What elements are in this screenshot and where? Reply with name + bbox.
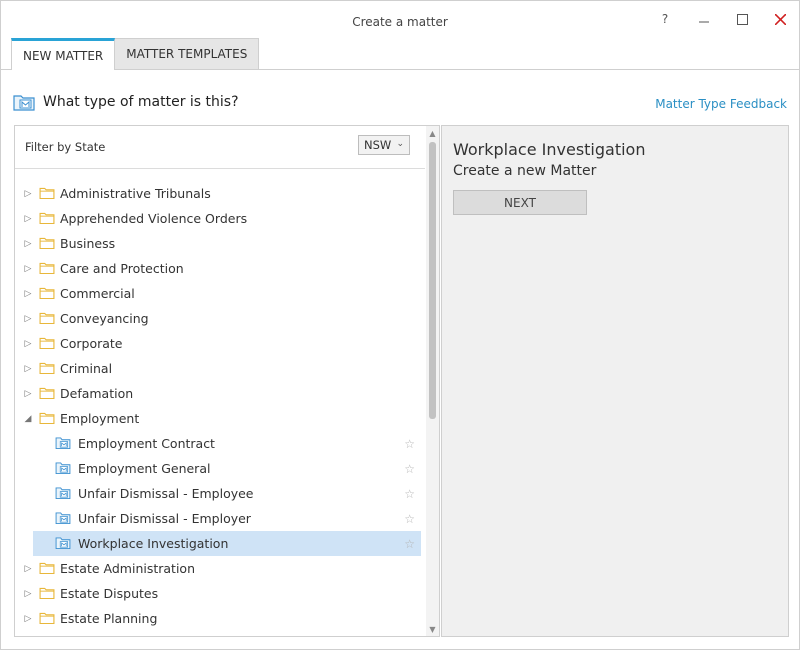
favourite-star-icon[interactable]: ☆ (404, 537, 415, 551)
next-button[interactable]: NEXT (453, 190, 587, 215)
tree-folder[interactable]: ▷ Estate Planning (15, 606, 425, 631)
filter-label: Filter by State (25, 140, 106, 154)
tree-item-label: Estate Planning (60, 611, 158, 626)
tree-scrollbar[interactable]: ▲ ▼ (426, 126, 439, 636)
scroll-thumb[interactable] (429, 142, 436, 419)
close-button[interactable] (768, 9, 792, 29)
tree-folder[interactable]: ▷ Estate Disputes (15, 581, 425, 606)
collapsed-arrow-icon[interactable]: ▷ (23, 339, 33, 349)
title-bar: Create a matter ? (1, 1, 799, 39)
collapsed-arrow-icon[interactable]: ▷ (23, 239, 33, 249)
matter-type-panel: Filter by State NSW ⌄ ▷ Administrative Tr… (14, 125, 440, 637)
tree-folder[interactable]: ◢ Employment (15, 406, 425, 431)
tree-folder[interactable]: ▷ Estate Administration (15, 556, 425, 581)
tree-folder[interactable]: ▷ Business (15, 231, 425, 256)
tab-divider (1, 69, 799, 70)
state-dropdown[interactable]: NSW ⌄ (358, 135, 410, 155)
collapsed-arrow-icon[interactable]: ▷ (23, 564, 33, 574)
favourite-star-icon[interactable]: ☆ (404, 487, 415, 501)
filter-bar: Filter by State NSW ⌄ (15, 126, 425, 169)
scroll-down-icon[interactable]: ▼ (426, 622, 439, 636)
tree-item-label: Apprehended Violence Orders (60, 211, 248, 226)
matter-type-icon (13, 95, 35, 111)
tree-item-label: Employment Contract (78, 436, 215, 451)
tab-new-matter[interactable]: NEW MATTER (11, 38, 116, 70)
create-matter-dialog: Create a matter ? NEW MATTER MATTER TEMP… (0, 0, 800, 650)
favourite-star-icon[interactable]: ☆ (404, 437, 415, 451)
tree-folder[interactable]: ▷ Care and Protection (15, 256, 425, 281)
tree-item-label: Employment General (78, 461, 211, 476)
tree-item-label: Estate Disputes (60, 586, 159, 601)
selected-matter-subtitle: Create a new Matter (453, 163, 597, 179)
state-value: NSW (364, 138, 392, 152)
tree-item-label: Conveyancing (60, 311, 149, 326)
tab-strip: NEW MATTER MATTER TEMPLATES (11, 38, 260, 70)
tree-item-label: Administrative Tribunals (60, 186, 211, 201)
scroll-up-icon[interactable]: ▲ (426, 126, 439, 140)
favourite-star-icon[interactable]: ☆ (404, 512, 415, 526)
tree-folder[interactable]: ▷ Defamation (15, 381, 425, 406)
tree-item-label: Defamation (60, 386, 134, 401)
tree-folder[interactable]: ▷ Apprehended Violence Orders (15, 206, 425, 231)
tree-item-label: Employment (60, 411, 140, 426)
tree-folder[interactable]: ▷ Conveyancing (15, 306, 425, 331)
collapsed-arrow-icon[interactable]: ▷ (23, 389, 33, 399)
tree-item-label: Criminal (60, 361, 113, 376)
question-title: What type of matter is this? (43, 94, 239, 110)
expanded-arrow-icon[interactable]: ◢ (23, 414, 33, 424)
tree-item-label: Corporate (60, 336, 123, 351)
tree-item-label: Workplace Investigation (78, 536, 229, 551)
tree-item[interactable]: Employment General ☆ (33, 456, 421, 481)
tree-item-label: Estate Administration (60, 561, 196, 576)
tree-item[interactable]: Unfair Dismissal - Employer ☆ (33, 506, 421, 531)
minimize-button[interactable] (692, 9, 716, 29)
help-button[interactable]: ? (653, 9, 677, 29)
collapsed-arrow-icon[interactable]: ▷ (23, 289, 33, 299)
tab-matter-templates[interactable]: MATTER TEMPLATES (114, 38, 260, 69)
tree-item-label: Business (60, 236, 116, 251)
maximize-icon (736, 13, 748, 25)
selected-matter-title: Workplace Investigation (453, 140, 646, 159)
tree-item[interactable]: Unfair Dismissal - Employee ☆ (33, 481, 421, 506)
tree-folder[interactable]: ▷ Administrative Tribunals (15, 181, 425, 206)
tree-item[interactable]: Employment Contract ☆ (33, 431, 421, 456)
question-header: What type of matter is this? (13, 93, 239, 111)
chevron-down-icon: ⌄ (396, 139, 404, 149)
tree-item-label: Unfair Dismissal - Employer (78, 511, 251, 526)
matter-type-feedback-link[interactable]: Matter Type Feedback (655, 97, 787, 111)
tree-folder[interactable]: ▷ Criminal (15, 356, 425, 381)
tree-item[interactable]: Workplace Investigation ☆ (33, 531, 421, 556)
minimize-icon (699, 21, 709, 23)
collapsed-arrow-icon[interactable]: ▷ (23, 264, 33, 274)
favourite-star-icon[interactable]: ☆ (404, 462, 415, 476)
collapsed-arrow-icon[interactable]: ▷ (23, 189, 33, 199)
detail-panel: Workplace Investigation Create a new Mat… (441, 125, 789, 637)
collapsed-arrow-icon[interactable]: ▷ (23, 614, 33, 624)
close-icon (774, 13, 786, 25)
tree-item-label: Care and Protection (60, 261, 184, 276)
tree-item-label: Commercial (60, 286, 135, 301)
tree-folder[interactable]: ▷ Commercial (15, 281, 425, 306)
maximize-button[interactable] (730, 9, 754, 29)
tree-folder[interactable]: ▷ Corporate (15, 331, 425, 356)
collapsed-arrow-icon[interactable]: ▷ (23, 314, 33, 324)
window-title: Create a matter (352, 15, 448, 29)
collapsed-arrow-icon[interactable]: ▷ (23, 214, 33, 224)
collapsed-arrow-icon[interactable]: ▷ (23, 364, 33, 374)
collapsed-arrow-icon[interactable]: ▷ (23, 589, 33, 599)
tree-item-label: Unfair Dismissal - Employee (78, 486, 254, 501)
